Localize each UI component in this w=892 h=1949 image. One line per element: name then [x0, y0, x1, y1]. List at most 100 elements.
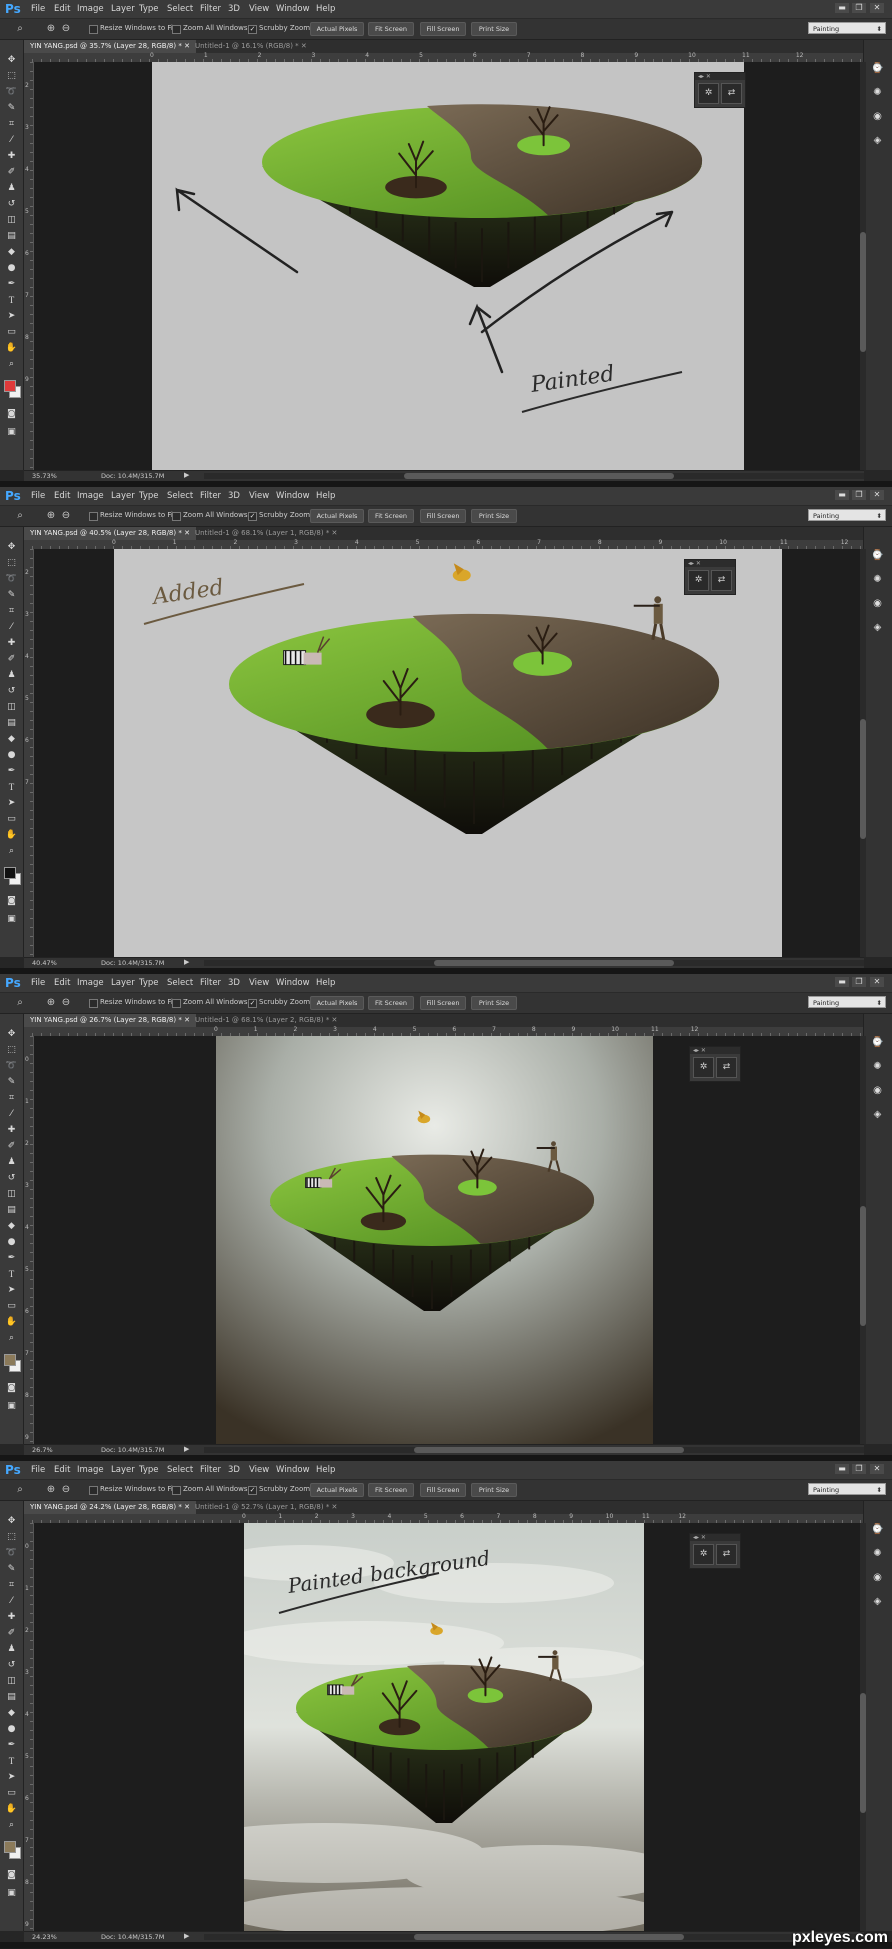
zoom-all-checkbox[interactable] [172, 25, 181, 34]
menu-layer[interactable]: Layer [111, 4, 135, 14]
quick-mask-icon[interactable]: ◙ [5, 1869, 18, 1882]
history-brush-icon[interactable]: ↺ [5, 685, 18, 698]
menu-image[interactable]: Image [77, 491, 104, 501]
status-menu-arrow-icon[interactable]: ▶ [184, 958, 189, 966]
crop-tool-icon[interactable]: ⌗ [5, 1092, 18, 1105]
scrollbar-thumb[interactable] [860, 719, 866, 839]
fit-screen-button[interactable]: Fit Screen [368, 509, 414, 523]
swatches-icon[interactable]: ◉ [871, 1084, 884, 1097]
fill-screen-button[interactable]: Fill Screen [420, 1483, 466, 1497]
menu-image[interactable]: Image [77, 1465, 104, 1475]
marquee-tool-icon[interactable]: ⬚ [5, 1531, 18, 1544]
adjustments-icon[interactable]: ✺ [871, 573, 884, 586]
brush-tool-icon[interactable]: ✐ [5, 1627, 18, 1640]
restore-icon[interactable]: ❐ [852, 1464, 866, 1474]
adjustments-icon[interactable]: ✺ [871, 1547, 884, 1560]
brush-presets-icon[interactable]: ✲ [688, 570, 709, 591]
zoom-icon[interactable]: ⌕ [14, 997, 26, 1009]
layers-icon[interactable]: ◈ [871, 134, 884, 147]
fit-screen-button[interactable]: Fit Screen [368, 996, 414, 1010]
menu-3d[interactable]: 3D [228, 1465, 240, 1475]
menu-layer[interactable]: Layer [111, 1465, 135, 1475]
zoom-icon[interactable]: ⌕ [14, 23, 26, 35]
history-icon[interactable]: ⌚ [871, 62, 884, 75]
quick-select-icon[interactable]: ✎ [5, 1076, 18, 1089]
screen-mode-icon[interactable]: ▣ [5, 913, 18, 926]
resize-windows-checkbox[interactable] [89, 999, 98, 1008]
healing-brush-icon[interactable]: ✚ [5, 1611, 18, 1624]
pen-tool-icon[interactable]: ✒ [5, 765, 18, 778]
menu-file[interactable]: File [31, 4, 45, 14]
history-icon[interactable]: ⌚ [871, 1036, 884, 1049]
eraser-tool-icon[interactable]: ◫ [5, 214, 18, 227]
history-icon[interactable]: ⌚ [871, 1523, 884, 1536]
marquee-tool-icon[interactable]: ⬚ [5, 1044, 18, 1057]
move-tool-icon[interactable]: ✥ [5, 54, 18, 67]
menu-view[interactable]: View [249, 1465, 269, 1475]
zoom-level[interactable]: 35.73% [32, 472, 57, 480]
restore-icon[interactable]: ❐ [852, 490, 866, 500]
scrubby-zoom-checkbox[interactable]: ✓ [248, 25, 257, 34]
zoom-out-icon[interactable]: ⊖ [60, 510, 72, 522]
scrubby-zoom-checkbox[interactable]: ✓ [248, 1486, 257, 1495]
status-menu-arrow-icon[interactable]: ▶ [184, 1932, 189, 1940]
adjustments-icon[interactable]: ✺ [871, 1060, 884, 1073]
history-brush-icon[interactable]: ↺ [5, 1172, 18, 1185]
menu-window[interactable]: Window [276, 978, 310, 988]
menu-type[interactable]: Type [139, 491, 159, 501]
canvas-area[interactable]: Painted ◂▸ ✕ ✲ ⇄ [34, 62, 864, 470]
menu-file[interactable]: File [31, 1465, 45, 1475]
menu-select[interactable]: Select [167, 4, 193, 14]
tab-untitled[interactable]: Untitled-1 @ 52.7% (Layer 1, RGB/8) * ✕ [189, 1501, 343, 1514]
menu-edit[interactable]: Edit [54, 1465, 70, 1475]
menu-image[interactable]: Image [77, 978, 104, 988]
scrubby-zoom-checkbox[interactable]: ✓ [248, 512, 257, 521]
type-tool-icon[interactable]: T [5, 1268, 18, 1281]
healing-brush-icon[interactable]: ✚ [5, 150, 18, 163]
layers-icon[interactable]: ◈ [871, 1595, 884, 1608]
zoom-in-icon[interactable]: ⊕ [45, 997, 57, 1009]
document-canvas[interactable]: Added [114, 549, 782, 957]
close-icon[interactable]: ✕ [870, 1464, 884, 1474]
path-select-icon[interactable]: ➤ [5, 310, 18, 323]
zoom-tool-icon[interactable]: ⌕ [5, 1332, 18, 1345]
path-select-icon[interactable]: ➤ [5, 1771, 18, 1784]
horizontal-scrollbar[interactable] [204, 1934, 864, 1940]
menu-edit[interactable]: Edit [54, 978, 70, 988]
canvas-area[interactable]: Painted background ◂▸ ✕ ✲ ⇄ [34, 1523, 864, 1931]
canvas-area[interactable]: ◂▸ ✕ ✲ ⇄ [34, 1036, 864, 1444]
eraser-tool-icon[interactable]: ◫ [5, 1188, 18, 1201]
brush-presets-icon[interactable]: ✲ [693, 1544, 714, 1565]
menu-help[interactable]: Help [316, 4, 335, 14]
fill-screen-button[interactable]: Fill Screen [420, 509, 466, 523]
tab-yin-yang[interactable]: YIN YANG.psd @ 35.7% (Layer 28, RGB/8) *… [24, 40, 196, 53]
brush-presets-icon[interactable]: ✲ [693, 1057, 714, 1078]
swatches-icon[interactable]: ◉ [871, 597, 884, 610]
workspace-select[interactable]: Painting ⬍ [808, 509, 886, 521]
tab-yin-yang[interactable]: YIN YANG.psd @ 40.5% (Layer 28, RGB/8) *… [24, 527, 196, 540]
menu-type[interactable]: Type [139, 978, 159, 988]
vertical-scrollbar[interactable] [860, 1523, 866, 1931]
floating-panel-header[interactable]: ◂▸ ✕ [685, 560, 735, 567]
print-size-button[interactable]: Print Size [471, 22, 517, 36]
close-icon[interactable]: ✕ [329, 1016, 338, 1024]
status-menu-arrow-icon[interactable]: ▶ [184, 1445, 189, 1453]
marquee-tool-icon[interactable]: ⬚ [5, 70, 18, 83]
eyedropper-icon[interactable]: ⁄ [5, 1108, 18, 1121]
type-tool-icon[interactable]: T [5, 1755, 18, 1768]
print-size-button[interactable]: Print Size [471, 996, 517, 1010]
menu-select[interactable]: Select [167, 978, 193, 988]
workspace-select[interactable]: Painting ⬍ [808, 996, 886, 1008]
zoom-level[interactable]: 26.7% [32, 1446, 53, 1454]
healing-brush-icon[interactable]: ✚ [5, 637, 18, 650]
minimize-icon[interactable]: ▬ [835, 1464, 849, 1474]
blur-tool-icon[interactable]: ◆ [5, 733, 18, 746]
move-tool-icon[interactable]: ✥ [5, 1515, 18, 1528]
print-size-button[interactable]: Print Size [471, 509, 517, 523]
zoom-tool-icon[interactable]: ⌕ [5, 845, 18, 858]
lasso-tool-icon[interactable]: ➰ [5, 1547, 18, 1560]
fill-screen-button[interactable]: Fill Screen [420, 22, 466, 36]
menu-view[interactable]: View [249, 491, 269, 501]
eyedropper-icon[interactable]: ⁄ [5, 621, 18, 634]
menu-select[interactable]: Select [167, 491, 193, 501]
